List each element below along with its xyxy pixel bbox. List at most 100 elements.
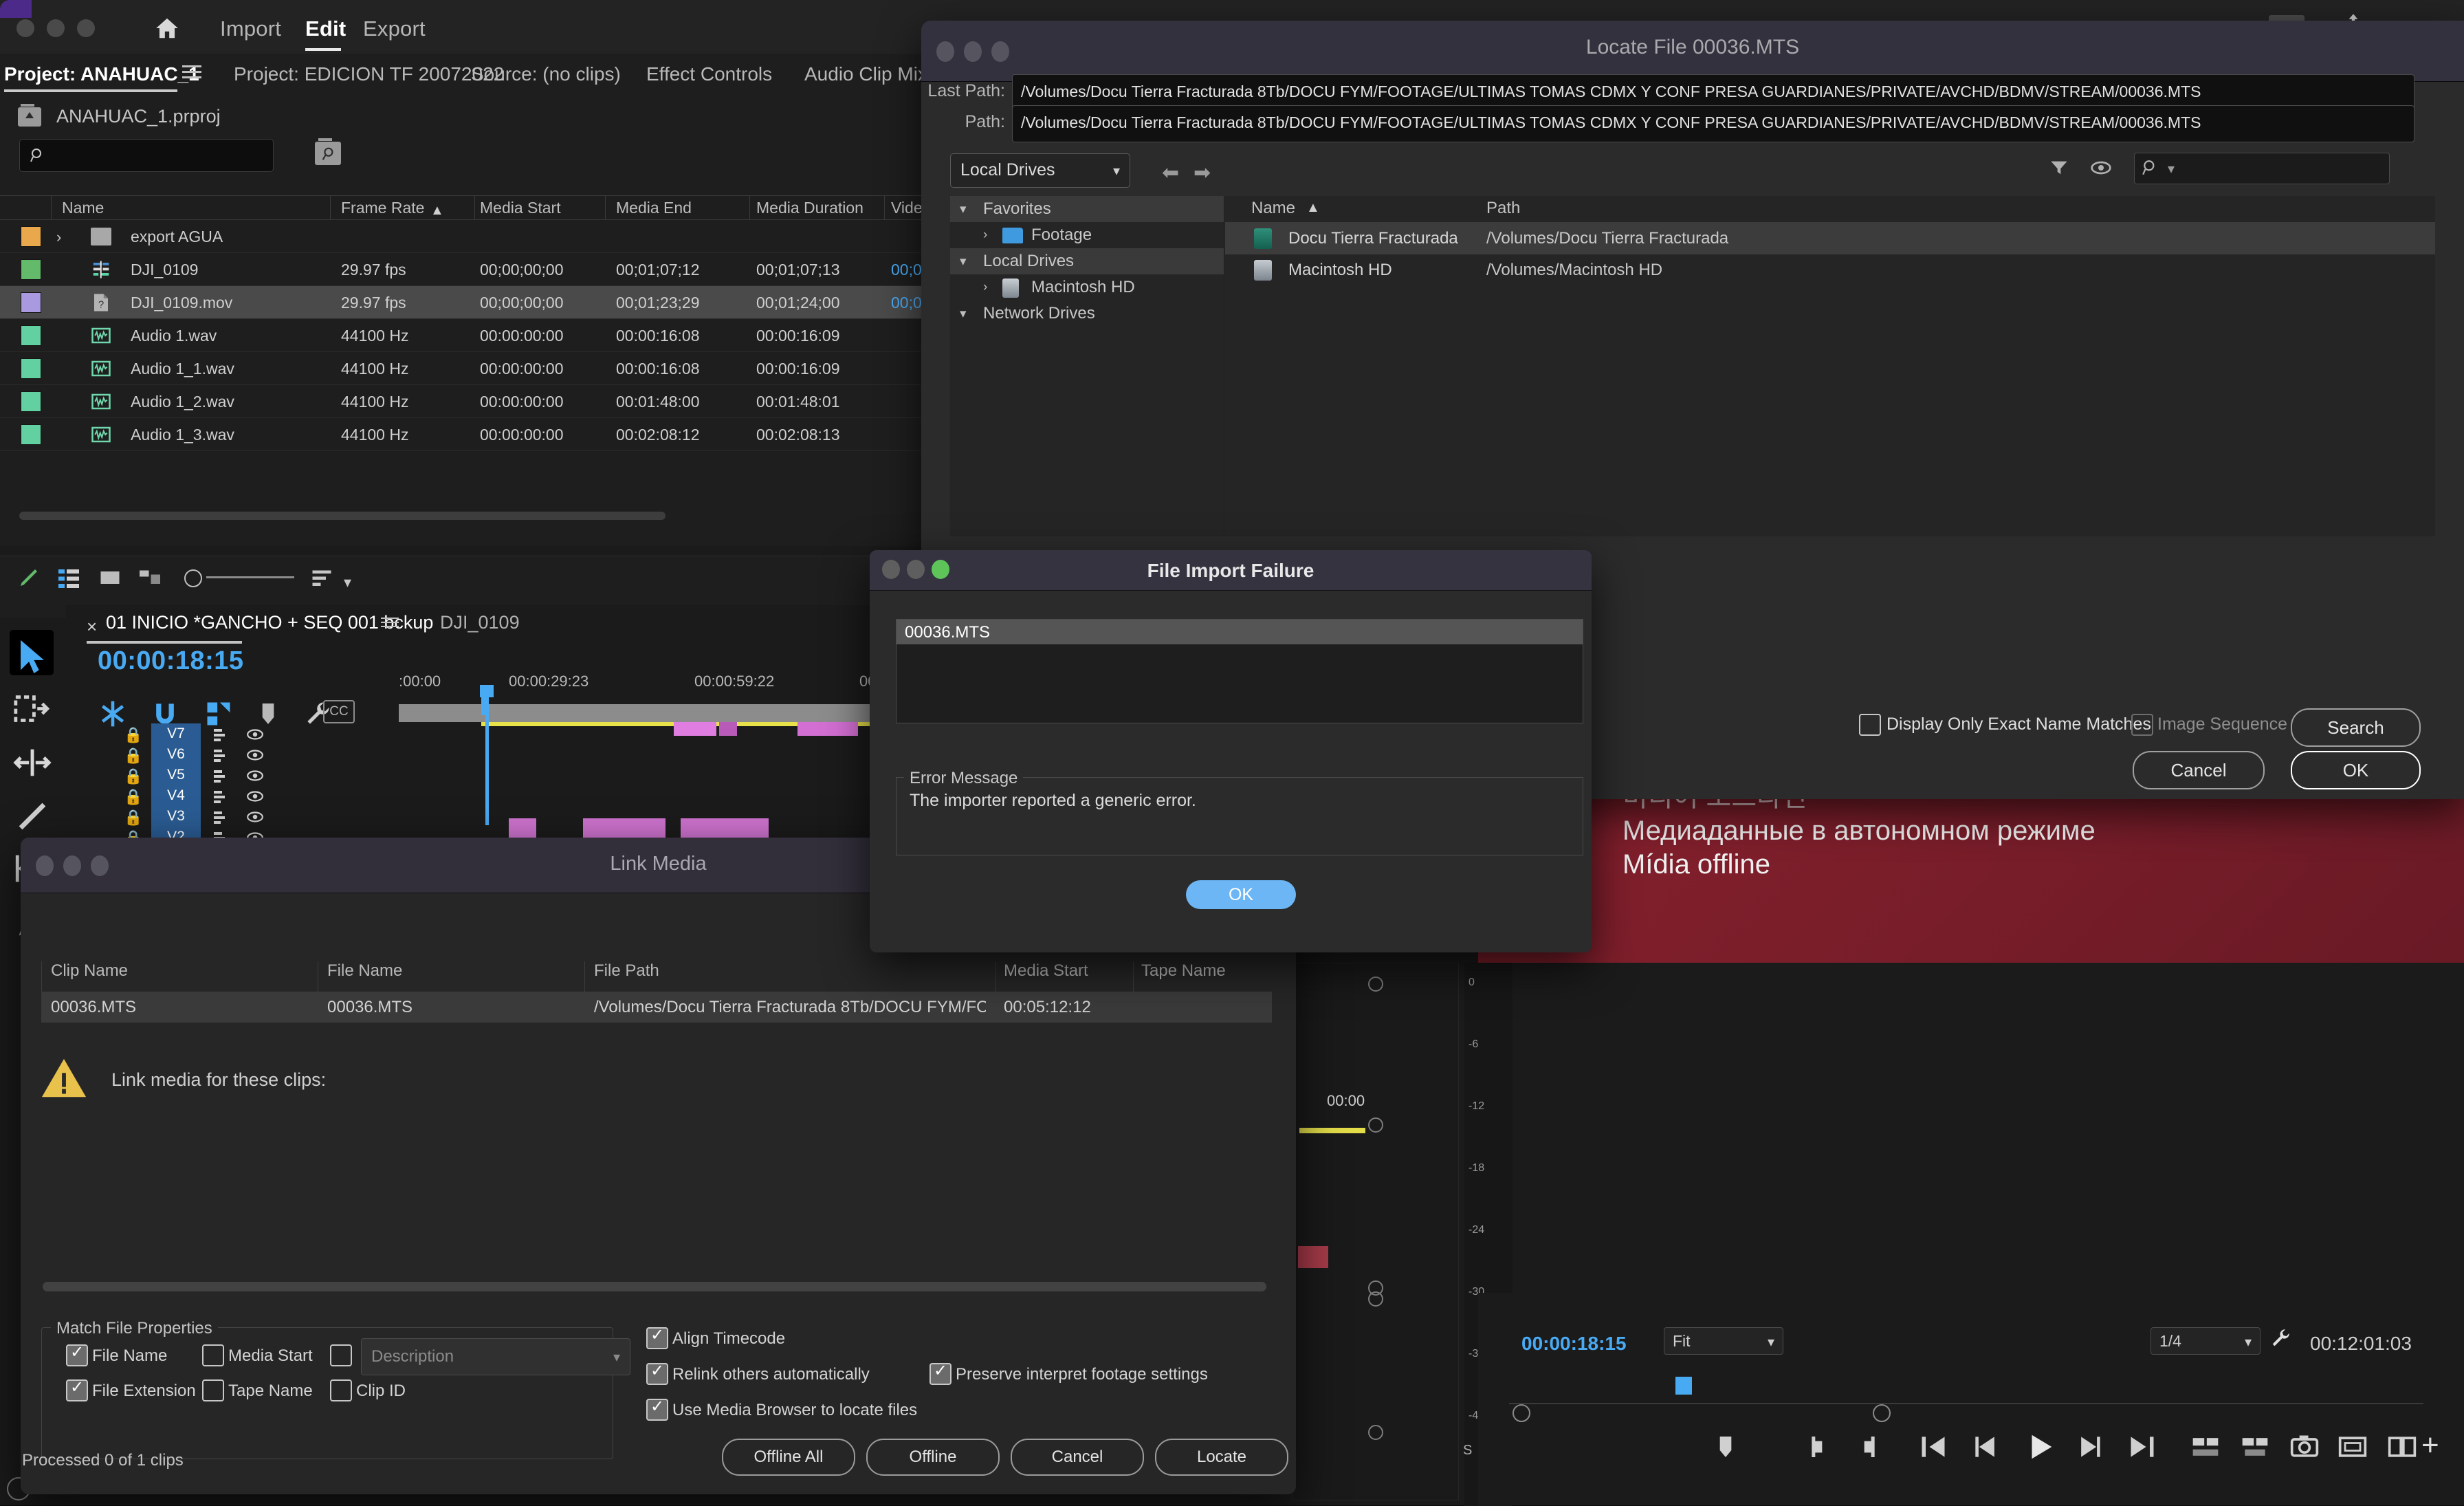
- table-row[interactable]: 00036.MTS 00036.MTS /Volumes/Docu Tierra…: [41, 992, 1272, 1023]
- cancel-button[interactable]: Cancel: [1011, 1439, 1144, 1476]
- offline-button[interactable]: Offline: [866, 1439, 1000, 1476]
- timeline-playhead[interactable]: [485, 688, 489, 825]
- program-quality-select[interactable]: 1/4 ▾: [2150, 1327, 2260, 1355]
- captions-icon[interactable]: CC: [323, 700, 355, 723]
- fif-file-list[interactable]: 00036.MTS: [896, 619, 1583, 723]
- sync-lock-icon[interactable]: [212, 809, 230, 825]
- freeform-view-icon[interactable]: [138, 565, 162, 590]
- tab-project-anahuac[interactable]: Project: ANAHUAC_1: [4, 63, 199, 85]
- chevron-down-icon[interactable]: ▾: [344, 574, 351, 591]
- sort-icon[interactable]: [309, 565, 334, 590]
- track-select-forward-icon[interactable]: [12, 690, 52, 730]
- eye-icon[interactable]: [246, 769, 264, 783]
- program-zoom-handle-right[interactable]: [1873, 1404, 1891, 1422]
- eye-icon[interactable]: [246, 789, 264, 803]
- zoom-slider-track[interactable]: [206, 576, 294, 578]
- project-search-input[interactable]: [19, 139, 274, 172]
- timeline-clip[interactable]: [509, 818, 536, 838]
- column-header-clip-name[interactable]: Clip Name: [51, 961, 128, 981]
- window-close-button[interactable]: [16, 19, 34, 37]
- export-frame-icon[interactable]: [2289, 1432, 2320, 1462]
- table-row[interactable]: Audio 1_2.wav 44100 Hz 00:00:00:00 00:01…: [0, 385, 921, 418]
- label-color-swatch[interactable]: [21, 292, 41, 313]
- nav-edit[interactable]: Edit: [305, 17, 346, 41]
- window-minimize-button[interactable]: [47, 19, 65, 37]
- table-row[interactable]: › export AGUA: [0, 220, 921, 253]
- safe-margins-icon[interactable]: [2338, 1432, 2368, 1462]
- go-to-in-icon[interactable]: [1918, 1432, 1948, 1462]
- nav-import[interactable]: Import: [220, 17, 281, 41]
- use-media-browser-checkbox[interactable]: [646, 1397, 668, 1421]
- chevron-right-icon[interactable]: ›: [983, 228, 987, 243]
- source-knob[interactable]: [1368, 1117, 1383, 1133]
- timeline-menu-icon[interactable]: [381, 618, 399, 630]
- column-header-name[interactable]: Name: [1251, 199, 1295, 218]
- label-color-swatch[interactable]: [21, 325, 41, 346]
- project-find-button[interactable]: [315, 138, 341, 165]
- program-fit-select[interactable]: Fit ▾: [1664, 1327, 1783, 1355]
- sync-lock-icon[interactable]: [212, 747, 230, 763]
- chevron-right-icon[interactable]: ›: [56, 228, 61, 246]
- tab-effect-controls[interactable]: Effect Controls: [646, 63, 772, 85]
- chevron-down-icon[interactable]: ▾: [960, 306, 967, 322]
- tree-group-local-drives[interactable]: ▾ Local Drives: [950, 248, 1224, 274]
- label-color-swatch[interactable]: [21, 358, 41, 379]
- locate-search-input[interactable]: ▾: [2134, 153, 2390, 184]
- window-maximize-button[interactable]: [77, 19, 95, 37]
- lock-icon[interactable]: 🔒: [124, 726, 142, 744]
- timeline-clip[interactable]: [719, 722, 737, 736]
- clip-id-checkbox[interactable]: [330, 1379, 352, 1401]
- icon-view-icon[interactable]: [98, 565, 122, 590]
- source-knob[interactable]: [1368, 1291, 1383, 1307]
- zoom-slider-handle[interactable]: [184, 569, 202, 587]
- relink-others-checkbox[interactable]: [646, 1361, 668, 1385]
- tree-group-network-drives[interactable]: ▾ Network Drives: [950, 301, 1224, 327]
- track-header-v4[interactable]: 🔒 V4: [124, 785, 309, 809]
- chevron-right-icon[interactable]: ›: [983, 280, 987, 295]
- column-header-media-end[interactable]: Media End: [616, 199, 692, 217]
- column-header-file-path[interactable]: File Path: [594, 961, 659, 981]
- panel-menu-icon[interactable]: [182, 65, 201, 79]
- close-icon[interactable]: ×: [87, 616, 97, 637]
- column-header-frame-rate[interactable]: Frame Rate: [341, 199, 424, 217]
- settings-wrench-icon[interactable]: [2269, 1326, 2292, 1351]
- table-row[interactable]: Audio 1.wav 44100 Hz 00:00:00:00 00:00:1…: [0, 319, 921, 352]
- timeline-clip[interactable]: [674, 722, 716, 736]
- preserve-interpret-checkbox[interactable]: [930, 1361, 952, 1385]
- ok-button[interactable]: OK: [2291, 751, 2421, 789]
- column-header-media-start[interactable]: Media Start: [480, 199, 561, 217]
- tape-name-checkbox[interactable]: [202, 1379, 224, 1401]
- column-header-name[interactable]: Name: [62, 199, 104, 217]
- program-scrub-bar[interactable]: [1509, 1382, 2423, 1400]
- program-scrub-handle[interactable]: [1675, 1377, 1692, 1395]
- chevron-down-icon[interactable]: ▾: [960, 201, 967, 217]
- timeline-tab-dji[interactable]: DJI_0109: [440, 612, 520, 633]
- list-view-icon[interactable]: [56, 565, 81, 590]
- lock-icon[interactable]: 🔒: [124, 809, 142, 827]
- ripple-edit-icon[interactable]: [12, 743, 52, 783]
- sync-lock-icon[interactable]: [212, 788, 230, 805]
- table-row[interactable]: Audio 1_1.wav 44100 Hz 00:00:00:00 00:00…: [0, 352, 921, 385]
- step-back-icon[interactable]: [1970, 1432, 2001, 1462]
- nav-forward-icon[interactable]: ➡: [1194, 161, 1211, 185]
- description-checkbox[interactable]: [330, 1344, 352, 1366]
- timeline-ruler[interactable]: [399, 688, 921, 701]
- fif-list-selection[interactable]: 00036.MTS: [896, 620, 1583, 644]
- mark-out-icon[interactable]: [1856, 1432, 1884, 1462]
- sync-lock-icon[interactable]: [212, 726, 230, 743]
- selection-tool-icon[interactable]: [12, 637, 52, 677]
- fif-ok-button[interactable]: OK: [1186, 880, 1296, 909]
- nav-back-icon[interactable]: ⬅: [1162, 161, 1179, 185]
- step-forward-icon[interactable]: [2075, 1432, 2105, 1462]
- eye-icon[interactable]: [2090, 160, 2112, 176]
- filter-icon[interactable]: [2049, 158, 2069, 177]
- eye-icon[interactable]: [246, 728, 264, 741]
- column-header-media-start[interactable]: Media Start: [1004, 961, 1088, 981]
- lock-icon[interactable]: 🔒: [124, 767, 142, 785]
- description-select[interactable]: Description ▾: [361, 1338, 630, 1375]
- extract-icon[interactable]: [2240, 1432, 2270, 1462]
- go-to-out-icon[interactable]: [2127, 1432, 2157, 1462]
- project-horizontal-scrollbar[interactable]: [19, 512, 666, 520]
- nav-export[interactable]: Export: [363, 17, 426, 41]
- source-knob[interactable]: [1368, 1425, 1383, 1440]
